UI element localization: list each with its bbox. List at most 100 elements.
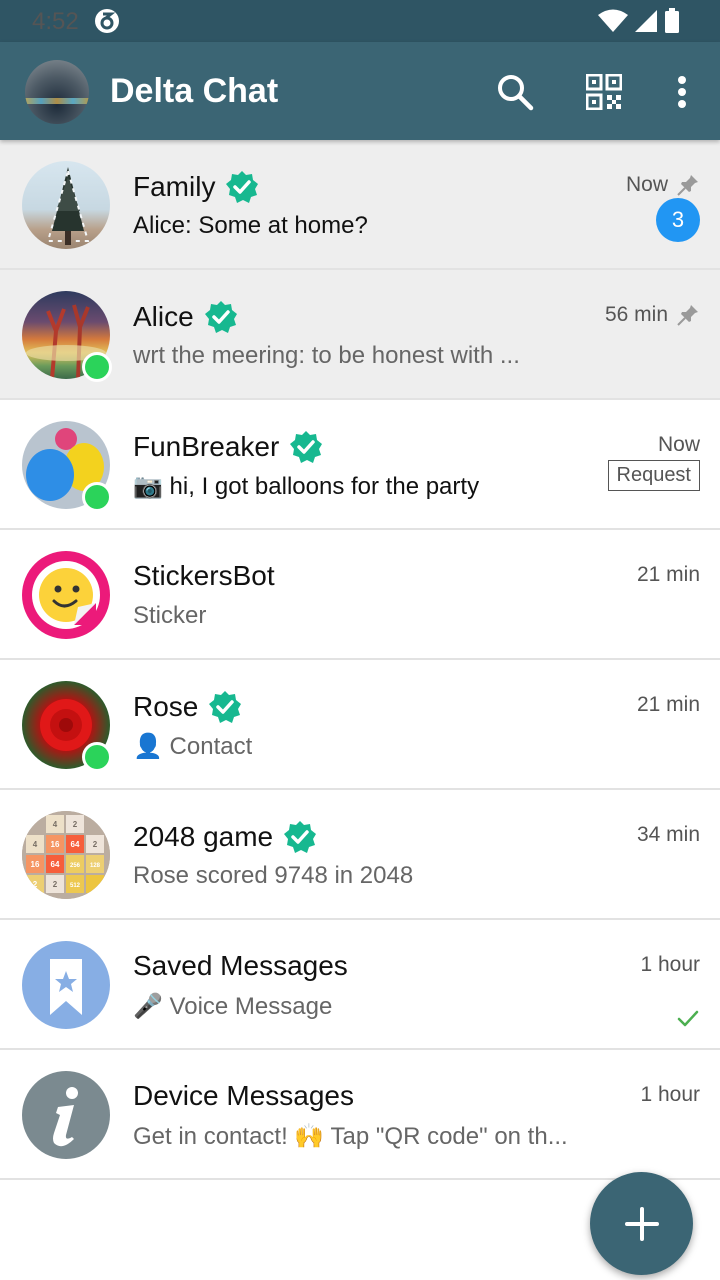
chat-time-text: 34 min <box>636 823 700 846</box>
chat-time-text: 1 hour <box>640 1083 700 1106</box>
avatar <box>22 551 110 639</box>
chat-name: Saved Messages <box>133 950 348 982</box>
svg-text:16: 16 <box>31 860 40 869</box>
profile-avatar[interactable] <box>25 60 89 124</box>
new-chat-button[interactable] <box>590 1172 693 1275</box>
chat-preview: Get in contact! 🙌 Tap "QR code" on th... <box>133 1123 568 1150</box>
app-bar: Delta Chat <box>0 42 720 140</box>
chat-name: FunBreaker <box>133 430 323 464</box>
chat-preview: Alice: Some at home? <box>133 212 368 239</box>
chat-name-text: FunBreaker <box>133 431 280 462</box>
pin-icon <box>677 305 698 326</box>
more-options-button[interactable] <box>654 64 710 120</box>
svg-text:128: 128 <box>90 863 101 869</box>
svg-text:16: 16 <box>51 840 60 849</box>
chat-time: 34 min <box>637 823 700 847</box>
chat-time: 1 hour <box>640 1083 700 1107</box>
chat-name: Rose <box>133 690 242 724</box>
chat-row-device-messages[interactable]: Device Messages Get in contact! 🙌 Tap "Q… <box>0 1050 720 1180</box>
chat-name: Device Messages <box>133 1080 354 1112</box>
chat-preview: 📷 hi, I got balloons for the party <box>133 473 480 500</box>
status-bar: 4:52 <box>0 0 720 42</box>
avatar <box>22 941 110 1029</box>
chat-row-funbreaker[interactable]: FunBreaker 📷 hi, I got balloons for the … <box>0 400 720 530</box>
2048-board-image: 4 2 4 16 64 2 16 64 256 128 2 512 2 <box>22 811 110 899</box>
deltachat-notification-icon <box>95 9 119 33</box>
chat-row-stickersbot[interactable]: StickersBot Sticker 21 min <box>0 530 720 660</box>
chat-row-2048-game[interactable]: 4 2 4 16 64 2 16 64 256 128 2 512 2 2048… <box>0 790 720 920</box>
verified-icon <box>226 171 259 203</box>
chat-row-family[interactable]: Family Alice: Some at home? Now 3 <box>0 140 720 270</box>
chat-time: 21 min <box>637 693 700 717</box>
chat-name: Family <box>133 170 259 204</box>
system-icons <box>598 8 680 34</box>
svg-text:64: 64 <box>71 840 80 849</box>
svg-text:2: 2 <box>73 820 78 829</box>
chat-name: StickersBot <box>133 560 275 592</box>
plus-icon <box>624 1206 659 1241</box>
chat-name-text: Rose <box>133 691 199 722</box>
chat-list: Family Alice: Some at home? Now 3 Alice … <box>0 140 720 1180</box>
wifi-icon <box>598 9 628 32</box>
pin-icon <box>677 175 698 196</box>
chat-time: Now <box>626 173 700 197</box>
svg-text:4: 4 <box>53 820 58 829</box>
chat-row-alice[interactable]: Alice wrt the meering: to be honest with… <box>0 270 720 400</box>
chat-name-text: StickersBot <box>133 560 275 591</box>
delivered-check-icon <box>677 1010 699 1027</box>
chat-name-text: Alice <box>133 301 194 332</box>
verified-icon <box>290 431 323 463</box>
avatar <box>22 161 110 249</box>
bookmark-star-icon <box>50 959 82 1015</box>
qr-code-icon <box>586 74 622 110</box>
avatar: 4 2 4 16 64 2 16 64 256 128 2 512 2 <box>22 811 110 899</box>
svg-text:2: 2 <box>53 880 58 889</box>
svg-text:2: 2 <box>33 880 38 889</box>
verified-icon <box>284 821 317 853</box>
online-indicator <box>82 352 112 382</box>
chat-time: 21 min <box>637 563 700 587</box>
chat-time-text: 56 min <box>604 303 668 326</box>
search-icon <box>498 75 534 111</box>
app-title: Delta Chat <box>110 72 279 110</box>
chat-time: Now <box>658 433 700 457</box>
sticker-smiley-image <box>32 561 100 629</box>
chat-preview: 🎤 Voice Message <box>133 993 333 1020</box>
unread-badge: 3 <box>656 198 700 242</box>
more-vert-icon <box>678 76 686 108</box>
tree-image <box>46 167 90 245</box>
chat-time: 1 hour <box>640 953 700 977</box>
chat-time-text: Now <box>625 173 668 196</box>
chat-row-rose[interactable]: Rose 👤 Contact 21 min <box>0 660 720 790</box>
chat-time-text: 1 hour <box>640 953 700 976</box>
chat-name-text: Device Messages <box>133 1080 354 1111</box>
chat-name-text: Saved Messages <box>133 950 348 981</box>
qr-code-button[interactable] <box>576 64 632 120</box>
chat-preview: 👤 Contact <box>133 733 253 760</box>
info-icon <box>53 1087 78 1147</box>
online-indicator <box>82 482 112 512</box>
avatar <box>22 1071 110 1159</box>
chat-time-text: 21 min <box>636 693 700 716</box>
verified-icon <box>209 691 242 723</box>
chat-time-text: 21 min <box>636 563 700 586</box>
svg-text:2: 2 <box>93 840 98 849</box>
svg-text:64: 64 <box>51 860 60 869</box>
svg-text:512: 512 <box>70 883 81 889</box>
chat-time-text: Now <box>657 433 700 456</box>
svg-text:256: 256 <box>70 863 81 869</box>
chat-name-text: Family <box>133 171 216 202</box>
search-button[interactable] <box>487 64 543 120</box>
chat-name-text: 2048 game <box>133 821 274 852</box>
chat-preview: Rose scored 9748 in 2048 <box>133 862 414 889</box>
signal-icon <box>635 10 657 32</box>
chat-name: 2048 game <box>133 820 317 854</box>
chat-preview: Sticker <box>133 602 207 629</box>
battery-icon <box>665 8 679 33</box>
chat-name: Alice <box>133 300 238 334</box>
chat-row-saved-messages[interactable]: Saved Messages 🎤 Voice Message 1 hour <box>0 920 720 1050</box>
online-indicator <box>82 742 112 772</box>
verified-icon <box>204 301 237 333</box>
chat-time: 56 min <box>605 303 700 327</box>
svg-text:4: 4 <box>33 840 38 849</box>
